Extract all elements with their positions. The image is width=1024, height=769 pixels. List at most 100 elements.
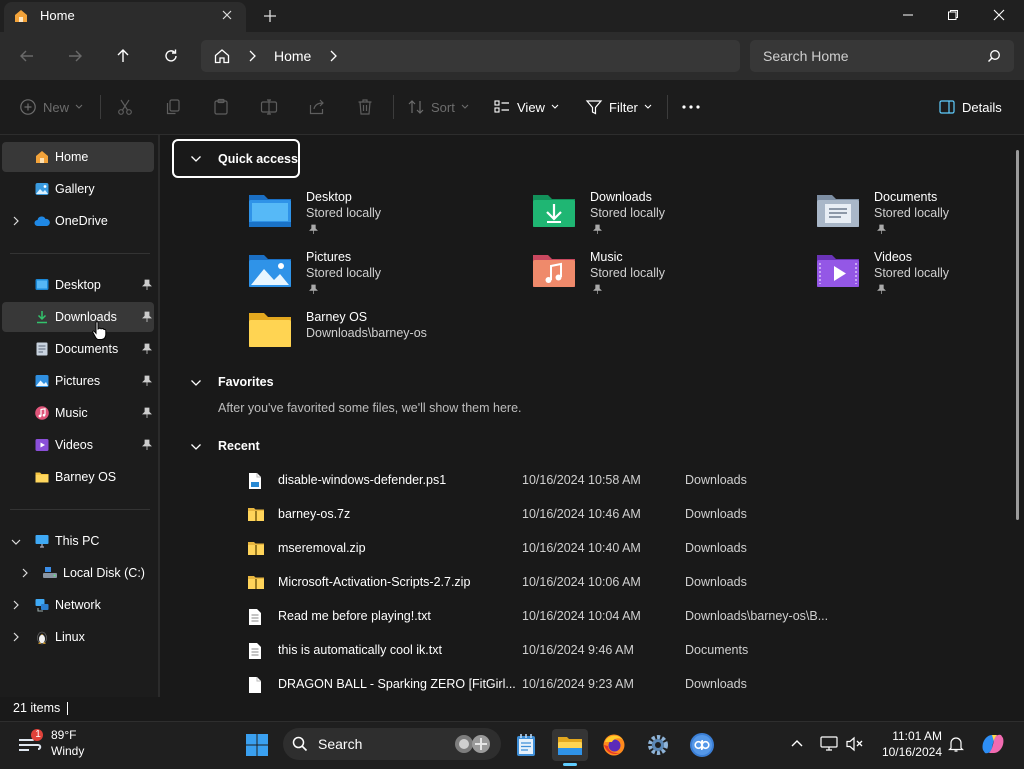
list-item[interactable]: disable-windows-defender.ps1 10/16/2024 … (240, 465, 1020, 495)
minimize-icon[interactable] (885, 0, 931, 30)
close-tab-icon[interactable] (217, 5, 237, 25)
sidebar-item-pictures[interactable]: Pictures (2, 366, 154, 396)
delete-icon[interactable] (356, 98, 374, 116)
recent-date: 10/16/2024 9:23 AM (522, 677, 634, 691)
chevron-down-icon[interactable] (11, 538, 21, 546)
up-icon[interactable] (109, 42, 137, 70)
recent-name: disable-windows-defender.ps1 (278, 473, 447, 487)
view-button[interactable]: View (493, 91, 559, 123)
sidebar-item-network[interactable]: Network (2, 590, 154, 620)
sidebar-item-home[interactable]: Home (2, 142, 154, 172)
file-explorer-icon[interactable] (552, 729, 588, 761)
folder-icon (34, 469, 50, 485)
sidebar-item-onedrive[interactable]: OneDrive (2, 206, 154, 236)
clock-time[interactable]: 11:01 AM (880, 729, 942, 743)
start-icon[interactable] (239, 729, 275, 761)
sidebar-item-music[interactable]: Music (2, 398, 154, 428)
quick-access-downloads[interactable]: Downloads Stored locally (532, 189, 782, 245)
new-icon (20, 99, 36, 115)
chevron-right-icon[interactable] (12, 216, 20, 226)
breadcrumb-chevron-icon[interactable] (247, 50, 257, 62)
list-item[interactable]: Read me before playing!.txt 10/16/2024 1… (240, 601, 1020, 631)
back-icon[interactable] (13, 42, 41, 70)
forward-icon[interactable] (61, 42, 89, 70)
new-tab-icon[interactable] (259, 5, 281, 27)
tile-name: Barney OS (306, 310, 368, 324)
settings-icon[interactable] (640, 729, 676, 761)
breadcrumb-chevron-icon[interactable] (328, 50, 338, 62)
videos-folder-icon (816, 249, 860, 289)
sidebar-item-linux[interactable]: Linux (2, 622, 154, 652)
quick-access-desktop[interactable]: Desktop Stored locally (248, 189, 498, 245)
home-icon (12, 7, 30, 25)
pin-icon (309, 284, 318, 295)
firefox-icon[interactable] (596, 729, 632, 761)
copilot-icon[interactable] (980, 731, 1006, 757)
recent-date: 10/16/2024 10:40 AM (522, 541, 641, 555)
weather-description[interactable]: Windy (51, 744, 84, 758)
recent-date: 10/16/2024 10:58 AM (522, 473, 641, 487)
chevron-down-icon[interactable] (190, 154, 202, 164)
quick-access-pictures[interactable]: Pictures Stored locally (248, 249, 498, 305)
scrollbar[interactable] (1016, 150, 1019, 520)
close-icon[interactable] (976, 0, 1022, 30)
chevron-down-icon[interactable] (190, 378, 202, 388)
chevron-right-icon[interactable] (12, 632, 20, 642)
more-options-icon[interactable] (681, 104, 701, 110)
paste-icon[interactable] (212, 98, 230, 116)
cut-icon[interactable] (116, 98, 134, 116)
notification-bell-icon[interactable] (948, 735, 964, 753)
list-item[interactable]: mseremoval.zip 10/16/2024 10:40 AM Downl… (240, 533, 1020, 563)
new-button[interactable]: New (19, 91, 83, 123)
quick-access-videos[interactable]: Videos Stored locally (816, 249, 1024, 305)
sidebar-item-gallery[interactable]: Gallery (2, 174, 154, 204)
sort-button[interactable]: Sort (407, 91, 469, 123)
clock-date[interactable]: 10/16/2024 (874, 745, 942, 759)
filter-button[interactable]: Filter (585, 91, 652, 123)
chevron-up-icon[interactable] (790, 737, 804, 749)
recent-date: 10/16/2024 9:46 AM (522, 643, 634, 657)
notepad-icon[interactable] (508, 729, 544, 761)
chevron-right-icon[interactable] (12, 600, 20, 610)
copy-icon[interactable] (164, 98, 182, 116)
list-item[interactable]: DRAGON BALL - Sparking ZERO [FitGirl... … (240, 669, 1020, 699)
sidebar-item-downloads[interactable]: Downloads (2, 302, 154, 332)
list-item[interactable]: barney-os.7z 10/16/2024 10:46 AM Downloa… (240, 499, 1020, 529)
share-icon[interactable] (308, 98, 326, 116)
sidebar-item-videos[interactable]: Videos (2, 430, 154, 460)
refresh-icon[interactable] (157, 42, 185, 70)
sidebar-item-this-pc[interactable]: This PC (2, 526, 154, 556)
chevron-down-icon[interactable] (190, 442, 202, 452)
this-pc-icon (34, 533, 50, 549)
search-icon[interactable] (987, 49, 1001, 63)
weather-temperature[interactable]: 89°F (51, 728, 76, 742)
sidebar-item-local-disk[interactable]: Local Disk (C:) (2, 558, 154, 588)
recent-name: barney-os.7z (278, 507, 351, 521)
sidebar-item-label: Documents (55, 342, 119, 356)
list-item[interactable]: Microsoft-Activation-Scripts-2.7.zip 10/… (240, 567, 1020, 597)
sidebar-item-documents[interactable]: Documents (2, 334, 154, 364)
tile-name: Desktop (306, 190, 352, 204)
view-label: View (517, 99, 545, 115)
quick-access-barney-os[interactable]: Barney OS Downloads\barney-os (248, 309, 498, 365)
rename-icon[interactable] (260, 98, 278, 116)
home-icon[interactable] (213, 47, 231, 65)
sidebar-item-desktop[interactable]: Desktop (2, 270, 154, 300)
details-button[interactable]: Details (938, 91, 1002, 123)
breadcrumb-home[interactable]: Home (274, 48, 311, 64)
qbittorrent-icon[interactable] (684, 729, 720, 761)
quick-access-documents[interactable]: Documents Stored locally (816, 189, 1024, 245)
pin-icon (142, 279, 152, 291)
recent-location: Downloads (685, 541, 747, 555)
quick-access-music[interactable]: Music Stored locally (532, 249, 782, 305)
network-status-icon[interactable] (820, 735, 838, 751)
sidebar-splitter[interactable] (158, 135, 160, 697)
music-folder-icon (34, 405, 50, 421)
volume-muted-icon[interactable] (846, 736, 864, 752)
sidebar-item-barney-os[interactable]: Barney OS (2, 462, 154, 492)
list-item[interactable]: this is automatically cool ik.txt 10/16/… (240, 635, 1020, 665)
chevron-right-icon[interactable] (21, 568, 29, 578)
maximize-icon[interactable] (930, 0, 976, 30)
tile-subtitle: Stored locally (590, 266, 666, 280)
tile-subtitle: Downloads\barney-os (306, 326, 427, 340)
